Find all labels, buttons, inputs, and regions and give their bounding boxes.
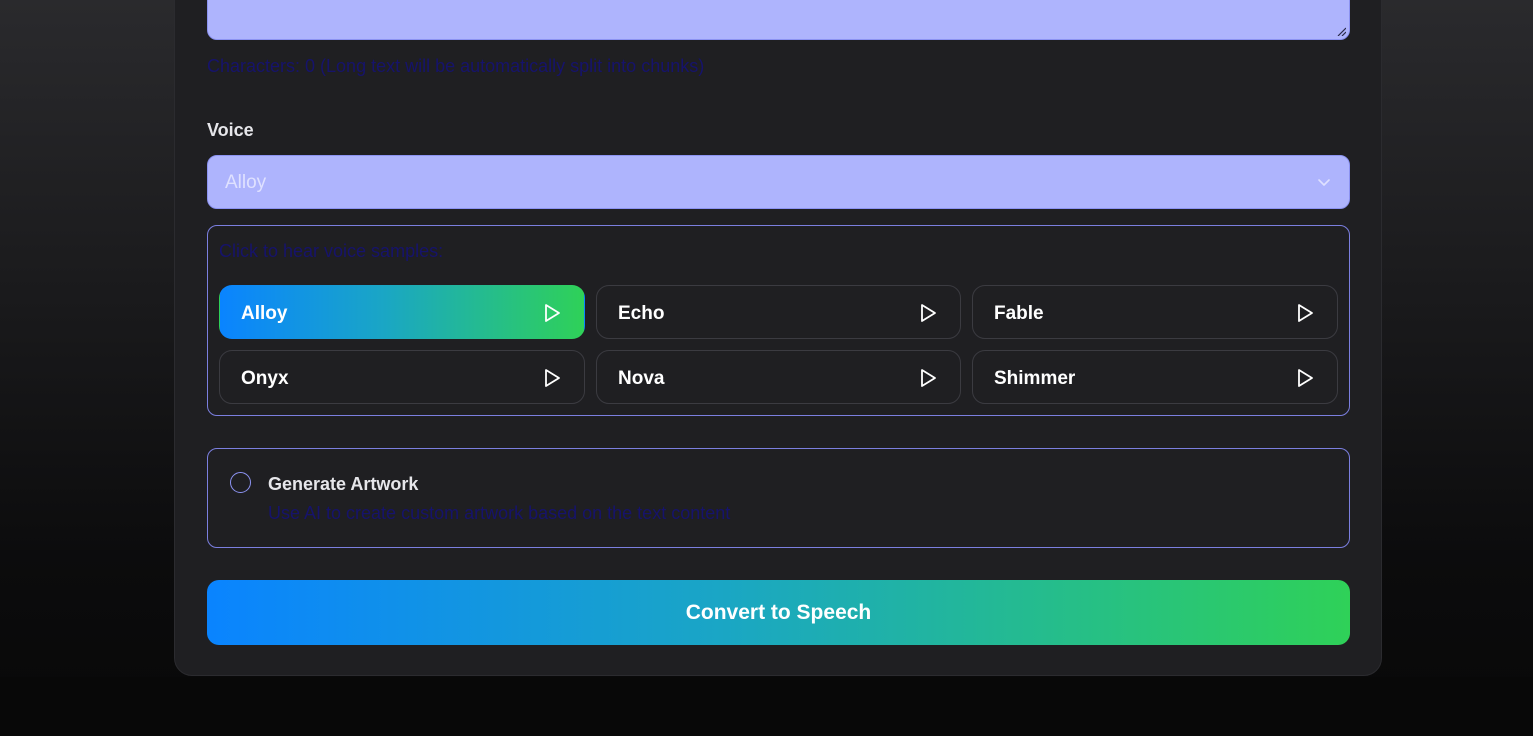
voice-samples-panel: Click to hear voice samples: Alloy Echo … xyxy=(207,225,1350,416)
resize-grip-icon[interactable] xyxy=(1336,26,1346,36)
character-count: Characters: 0 (Long text will be automat… xyxy=(207,56,705,76)
voice-samples-hint: Click to hear voice samples: xyxy=(219,241,444,261)
convert-to-speech-label: Convert to Speech xyxy=(685,601,872,624)
voice-sample-alloy[interactable]: Alloy xyxy=(219,285,585,339)
chevron-down-icon xyxy=(1318,179,1330,186)
play-icon xyxy=(921,304,936,322)
voice-sample-fable[interactable]: Fable xyxy=(972,285,1338,339)
generate-artwork-option: Generate Artwork Use AI to create custom… xyxy=(207,448,1350,548)
voice-sample-echo[interactable]: Echo xyxy=(596,285,961,339)
voice-select[interactable]: Alloy xyxy=(207,155,1350,209)
play-icon xyxy=(545,369,560,387)
play-icon xyxy=(1298,369,1313,387)
voice-sample-shimmer[interactable]: Shimmer xyxy=(972,350,1338,404)
voice-sample-label: Alloy xyxy=(241,303,288,324)
generate-artwork-checkbox[interactable] xyxy=(230,472,251,493)
voice-sample-onyx[interactable]: Onyx xyxy=(219,350,585,404)
voice-sample-label: Nova xyxy=(618,368,665,389)
voice-label: Voice xyxy=(207,120,254,140)
play-icon xyxy=(1298,304,1313,322)
voice-sample-label: Shimmer xyxy=(994,368,1076,389)
generate-artwork-description: Use AI to create custom artwork based on… xyxy=(268,503,731,523)
voice-sample-label: Fable xyxy=(994,303,1044,324)
tts-form-card: Characters: 0 (Long text will be automat… xyxy=(174,0,1382,676)
voice-sample-label: Echo xyxy=(618,303,665,324)
text-input-area[interactable] xyxy=(207,0,1350,40)
voice-sample-label: Onyx xyxy=(241,368,289,389)
voice-select-value: Alloy xyxy=(225,172,267,193)
generate-artwork-title: Generate Artwork xyxy=(268,474,419,494)
play-icon xyxy=(545,304,560,322)
page-background-bottom xyxy=(0,677,1533,736)
voice-sample-nova[interactable]: Nova xyxy=(596,350,961,404)
convert-to-speech-button[interactable]: Convert to Speech xyxy=(207,580,1350,645)
play-icon xyxy=(921,369,936,387)
